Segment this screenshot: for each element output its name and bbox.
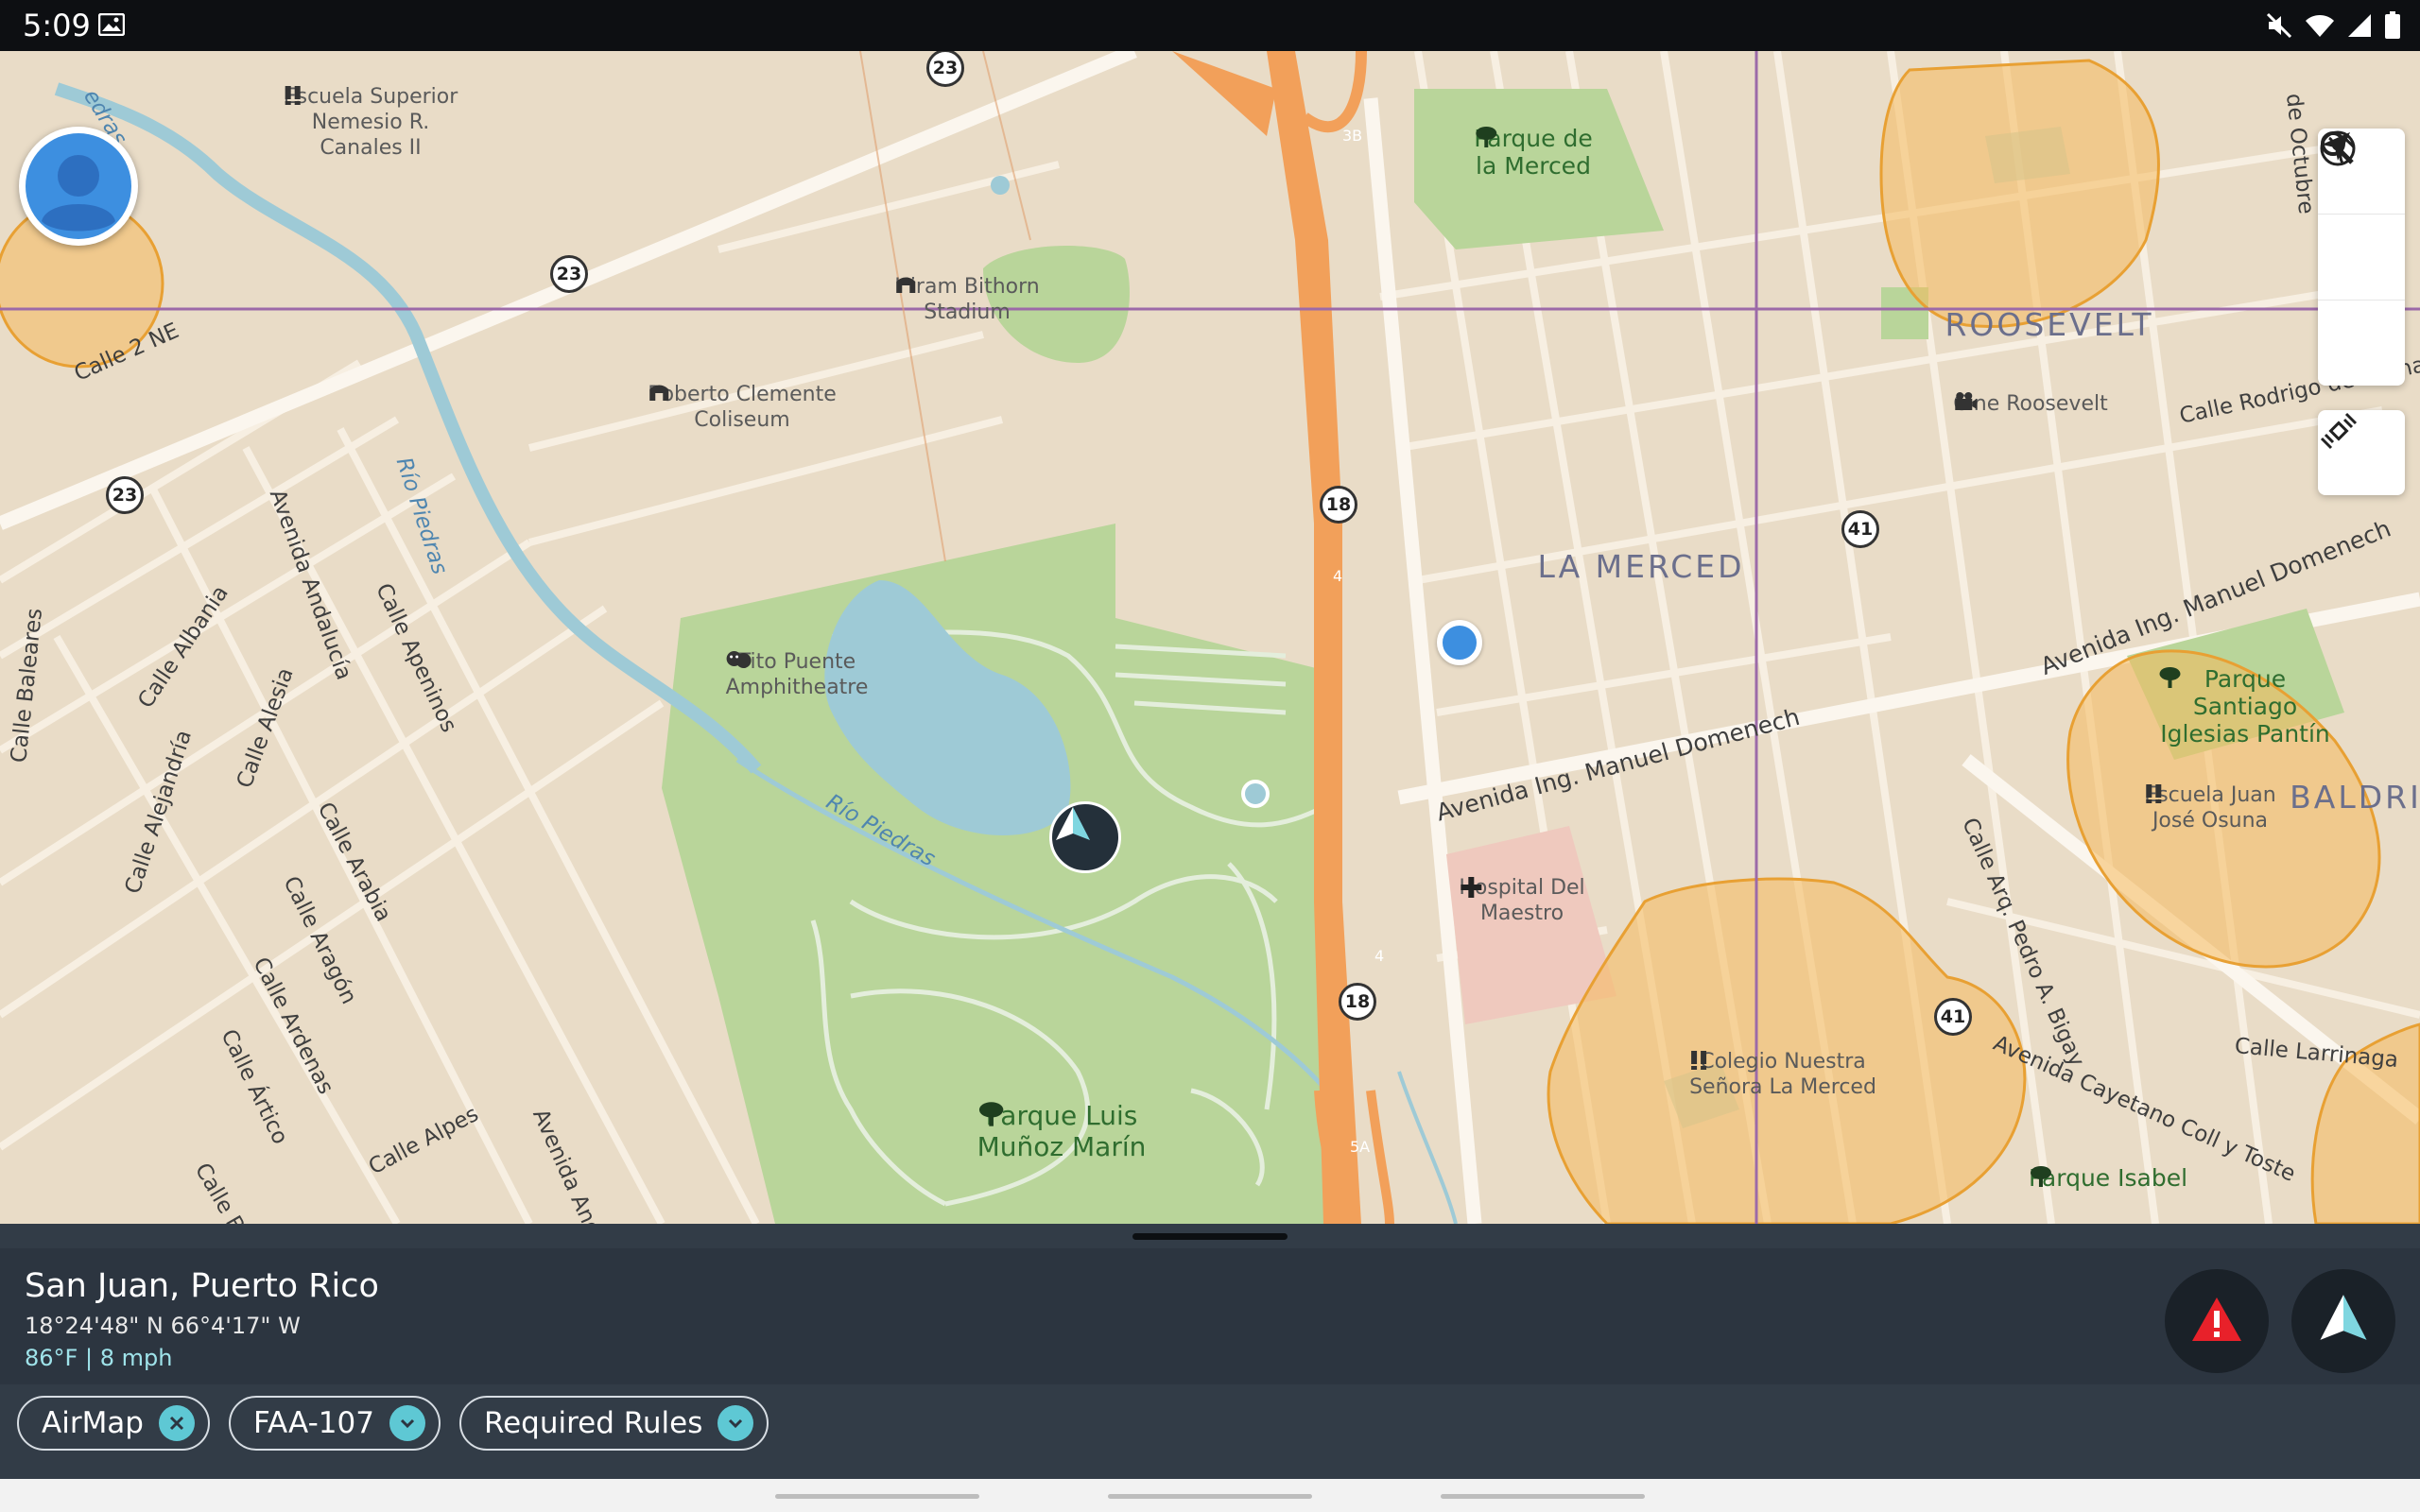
fly-button[interactable]: [2291, 1269, 2395, 1373]
signal-icon: [2346, 12, 2373, 43]
poi-roberto-clemente[interactable]: Roberto Clemente Coliseum: [648, 382, 836, 433]
user-location-dot: [1437, 620, 1482, 665]
route-shield-41: 41: [1841, 510, 1879, 548]
highway-mark: 3B: [1342, 127, 1363, 145]
poi-label: Colegio Nuestra Señora La Merced: [1689, 1050, 1876, 1099]
location-name: San Juan, Puerto Rico: [25, 1267, 379, 1305]
drone-tool-button[interactable]: [2318, 410, 2405, 495]
poi-parque-merced[interactable]: Parque de la Merced: [1474, 125, 1592, 180]
poi-label: Parque Santiago Iglesias Pantín: [2160, 665, 2330, 747]
avatar-icon: [26, 133, 131, 239]
system-nav-bar: [0, 1479, 2420, 1512]
warning-icon: [2190, 1295, 2243, 1349]
locate-me-button[interactable]: [2318, 132, 2405, 386]
route-shield-23: 23: [106, 476, 144, 514]
wifi-icon: [2305, 12, 2335, 43]
poi-colegio[interactable]: Colegio Nuestra Señora La Merced: [1689, 1049, 1876, 1100]
poi-hiram-bithorn[interactable]: Hiram Bithorn Stadium: [894, 274, 1039, 325]
aircraft-marker[interactable]: [1049, 801, 1121, 873]
nav-recent-button[interactable]: [775, 1494, 979, 1499]
chip-label: FAA-107: [253, 1406, 374, 1440]
route-shield-18: 18: [1320, 486, 1357, 524]
drag-handle[interactable]: [1132, 1233, 1288, 1240]
route-shield-18: 18: [1339, 983, 1376, 1021]
chevron-down-icon: [717, 1405, 754, 1441]
chevron-down-icon: [389, 1405, 425, 1441]
coordinates: 18°24'48" N 66°4'17" W: [25, 1313, 301, 1339]
poi-hospital[interactable]: Hospital Del Maestro: [1459, 875, 1584, 926]
chip-airmap[interactable]: AirMap: [17, 1396, 210, 1451]
district-la-merced: LA MERCED: [1537, 548, 1745, 585]
poi-parque-santiago[interactable]: Parque Santiago Iglesias Pantín: [2158, 665, 2333, 747]
chip-required-rules[interactable]: Required Rules: [458, 1396, 769, 1451]
poi-tito-puente[interactable]: Tito Puente Amphitheatre: [726, 649, 869, 700]
chip-faa-107[interactable]: FAA-107: [229, 1396, 441, 1451]
map-view[interactable]: Escuela Superior Nemesio R. Canales II H…: [0, 51, 2420, 1224]
highway-mark: 4: [1374, 947, 1385, 965]
location-info: San Juan, Puerto Rico 18°24'48" N 66°4'1…: [0, 1248, 2420, 1384]
battery-icon: [2384, 11, 2401, 44]
chip-label: Required Rules: [483, 1406, 703, 1440]
weather-readout: 86°F | 8 mph: [25, 1345, 173, 1371]
globe-button[interactable]: [2318, 130, 2405, 301]
chip-label: AirMap: [42, 1406, 144, 1440]
poi-parque-luis[interactable]: Parque Luis Muñoz Marín: [977, 1100, 1147, 1162]
poi-label: Roberto Clemente Coliseum: [648, 383, 837, 432]
map-tools: [2318, 129, 2405, 386]
highway-mark: 4: [1333, 567, 1343, 585]
profile-avatar-button[interactable]: [19, 127, 138, 246]
rule-chips: AirMap FAA-107 Required Rules: [17, 1396, 769, 1451]
bottom-panel: San Juan, Puerto Rico 18°24'48" N 66°4'1…: [0, 1224, 2420, 1479]
gallery-icon: [97, 12, 126, 41]
clock: 5:09: [23, 8, 91, 43]
district-baldri: BALDRI: [2290, 779, 2420, 816]
nav-back-button[interactable]: [1441, 1494, 1645, 1499]
route-shield-41: 41: [1934, 998, 1972, 1036]
advisories-button[interactable]: [2165, 1269, 2269, 1373]
poi-escuela-superior[interactable]: Escuela Superior Nemesio R. Canales II: [284, 84, 458, 161]
route-shield-23: 23: [550, 255, 588, 293]
mute-icon: [2265, 11, 2293, 44]
nav-home-button[interactable]: [1108, 1494, 1312, 1499]
poi-escuela-juan[interactable]: Escuela Juan José Osuna: [2144, 782, 2275, 833]
status-bar: 5:09: [0, 0, 2420, 51]
close-icon[interactable]: [159, 1405, 195, 1441]
highway-mark: 5A: [1350, 1138, 1371, 1156]
poi-cine-roosevelt[interactable]: Cine Roosevelt: [1953, 391, 2108, 417]
aircraft-icon: [2315, 1291, 2372, 1352]
district-roosevelt: ROOSEVELT: [1945, 306, 2154, 343]
poi-parque-isabel[interactable]: Parque Isabel: [2029, 1164, 2187, 1192]
poi-label: Escuela Superior Nemesio R. Canales II: [283, 85, 458, 160]
